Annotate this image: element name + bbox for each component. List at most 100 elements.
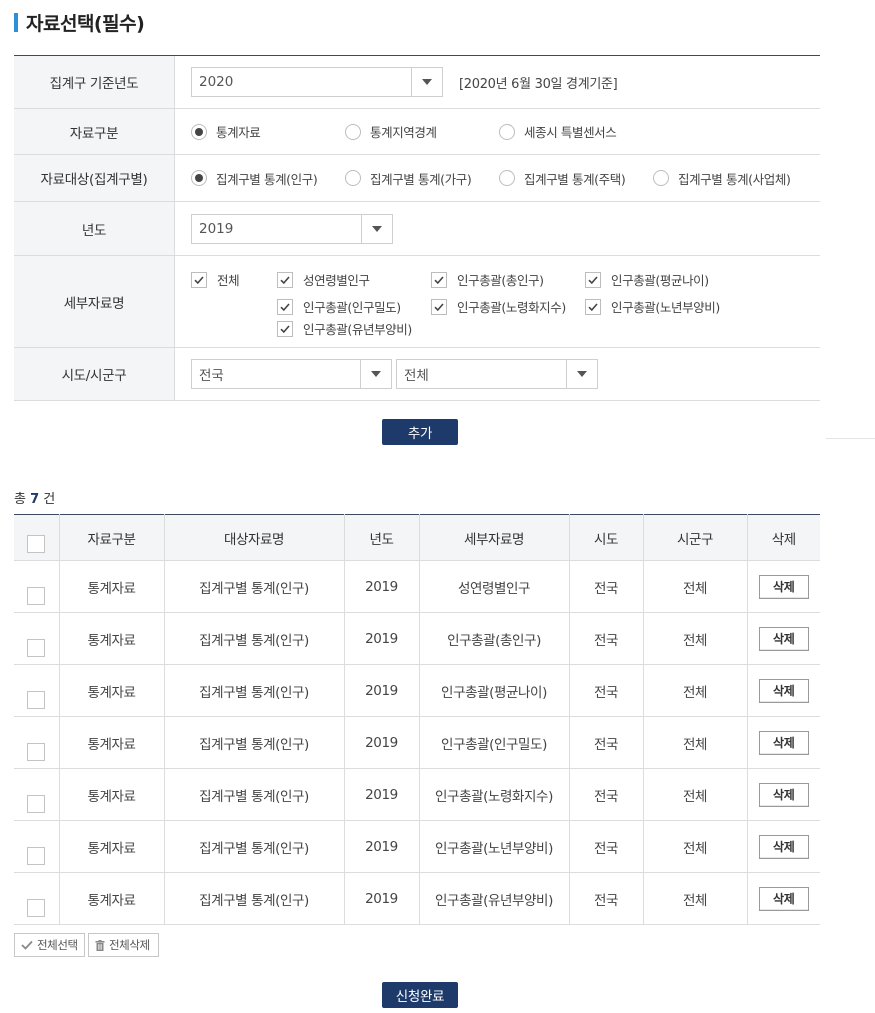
label-data-target: 자료대상(집계구별): [14, 155, 175, 201]
checkbox-pop-density[interactable]: 인구총괄(인구밀도): [277, 297, 401, 316]
checkbox-avg-age[interactable]: 인구총괄(평균나이): [585, 270, 709, 289]
radio-button[interactable]: [499, 123, 515, 140]
divider: [826, 438, 875, 439]
row-checkbox[interactable]: [27, 795, 46, 813]
delete-row-button[interactable]: 삭제: [758, 886, 809, 911]
submit-button[interactable]: 신청완료: [382, 982, 458, 1008]
radio-button[interactable]: [653, 170, 669, 186]
sido-select[interactable]: 전국: [191, 359, 392, 389]
cell-sigungu: 전체: [643, 820, 748, 873]
checkbox-old-dependency[interactable]: 인구총괄(노년부양비): [585, 297, 720, 316]
delete-row-button[interactable]: 삭제: [758, 626, 809, 651]
row-checkbox[interactable]: [27, 587, 46, 605]
check-icon[interactable]: [277, 271, 293, 288]
checkbox-aging-index[interactable]: 인구총괄(노령화지수): [431, 297, 566, 316]
check-icon[interactable]: [277, 320, 293, 337]
radio-data-type-boundary[interactable]: 통계지역경계: [345, 122, 437, 141]
cell-year: 2019: [344, 664, 420, 717]
radio-target-household[interactable]: 집계구별 통계(가구): [345, 169, 472, 188]
year-select[interactable]: 2019: [191, 213, 393, 244]
checkbox-young-dependency[interactable]: 인구총괄(유년부양비): [277, 319, 412, 338]
cell-detail-name: 인구총괄(인구밀도): [419, 716, 570, 769]
radio-data-type-stat[interactable]: 통계자료: [191, 122, 261, 141]
checkbox-total-pop[interactable]: 인구총괄(총인구): [431, 270, 544, 289]
delete-row-button[interactable]: 삭제: [758, 574, 809, 599]
label-region: 시도/시군구: [14, 348, 175, 400]
row-checkbox[interactable]: [27, 743, 46, 761]
add-button[interactable]: 추가: [382, 419, 458, 445]
cell-detail-name: 인구총괄(유년부양비): [419, 872, 570, 925]
cell-sido: 전국: [569, 716, 644, 769]
radio-target-housing[interactable]: 집계구별 통계(주택): [499, 169, 626, 188]
selection-form: 집계구 기준년도 2020 [2020년 6월 30일 경계기준] 자료구분 통…: [14, 55, 820, 401]
radio-button[interactable]: [345, 170, 361, 186]
cell-sigungu: 전체: [643, 664, 748, 717]
delete-row-button[interactable]: 삭제: [758, 730, 809, 755]
label-detail: 세부자료명: [14, 256, 175, 347]
check-icon[interactable]: [277, 298, 293, 315]
row-checkbox[interactable]: [27, 847, 46, 865]
form-row-base-year: 집계구 기준년도 2020 [2020년 6월 30일 경계기준]: [14, 56, 820, 109]
check-icon[interactable]: [585, 271, 601, 288]
cell-target-name: 집계구별 통계(인구): [164, 560, 345, 613]
row-checkbox-cell: [14, 872, 60, 925]
row-checkbox[interactable]: [27, 899, 46, 917]
cell-data-type: 통계자료: [59, 768, 165, 821]
row-checkbox[interactable]: [27, 639, 46, 657]
cell-sigungu: 전체: [643, 768, 748, 821]
total-count-number: 7: [30, 492, 40, 507]
boundary-note: [2020년 6월 30일 경계기준]: [459, 76, 618, 92]
cell-data-type: 통계자료: [59, 664, 165, 717]
table-row: 통계자료 집계구별 통계(인구) 2019 인구총괄(총인구) 전국 전체 삭제: [14, 612, 820, 665]
cell-year: 2019: [344, 872, 420, 925]
row-checkbox-cell: [14, 820, 60, 873]
check-icon[interactable]: [585, 298, 601, 315]
radio-button-checked[interactable]: [191, 123, 207, 140]
section-title: 자료선택(필수): [14, 10, 145, 35]
cell-data-type: 통계자료: [59, 716, 165, 769]
cell-data-type: 통계자료: [59, 612, 165, 665]
form-row-region: 시도/시군구 전국 전체: [14, 348, 820, 401]
table-row: 통계자료 집계구별 통계(인구) 2019 성연령별인구 전국 전체 삭제: [14, 560, 820, 613]
delete-row-button[interactable]: 삭제: [758, 834, 809, 859]
chevron-down-icon[interactable]: [360, 360, 391, 388]
radio-button[interactable]: [345, 123, 361, 140]
table-row: 통계자료 집계구별 통계(인구) 2019 인구총괄(인구밀도) 전국 전체 삭제: [14, 716, 820, 769]
select-all-button[interactable]: 전체선택: [14, 933, 85, 957]
select-all-checkbox[interactable]: [27, 535, 46, 553]
sigungu-select[interactable]: 전체: [396, 359, 598, 389]
check-icon[interactable]: [431, 271, 447, 288]
cell-target-name: 집계구별 통계(인구): [164, 820, 345, 873]
radio-target-business[interactable]: 집계구별 통계(사업체): [653, 169, 791, 188]
radio-target-population[interactable]: 집계구별 통계(인구): [191, 169, 318, 188]
cell-data-type: 통계자료: [59, 820, 165, 873]
chevron-down-icon[interactable]: [361, 214, 392, 243]
header-year: 년도: [344, 514, 420, 561]
base-year-select[interactable]: 2020: [191, 67, 443, 97]
page-title: 자료선택(필수): [26, 12, 145, 35]
check-icon[interactable]: [191, 271, 207, 288]
chevron-down-icon[interactable]: [411, 68, 442, 96]
radio-button-checked[interactable]: [191, 170, 207, 186]
cell-target-name: 집계구별 통계(인구): [164, 716, 345, 769]
row-checkbox-cell: [14, 768, 60, 821]
title-accent-bar: [14, 12, 18, 32]
form-row-year: 년도 2019: [14, 202, 820, 256]
delete-row-button[interactable]: 삭제: [758, 678, 809, 703]
delete-all-button[interactable]: 전체삭제: [88, 933, 159, 957]
checkbox-all[interactable]: 전체: [191, 270, 240, 289]
radio-data-type-sejong[interactable]: 세종시 특별센서스: [499, 122, 617, 141]
delete-row-button[interactable]: 삭제: [758, 782, 809, 807]
cell-data-type: 통계자료: [59, 560, 165, 613]
row-checkbox[interactable]: [27, 691, 46, 709]
cell-year: 2019: [344, 612, 420, 665]
check-icon[interactable]: [431, 298, 447, 315]
table-header-row: 자료구분 대상자료명 년도 세부자료명 시도 시군구 삭제: [14, 514, 820, 561]
row-checkbox-cell: [14, 560, 60, 613]
label-year: 년도: [14, 202, 175, 255]
radio-button[interactable]: [499, 170, 515, 186]
cell-sido: 전국: [569, 768, 644, 821]
cell-sido: 전국: [569, 820, 644, 873]
checkbox-sex-age[interactable]: 성연령별인구: [277, 270, 370, 289]
chevron-down-icon[interactable]: [566, 360, 597, 388]
